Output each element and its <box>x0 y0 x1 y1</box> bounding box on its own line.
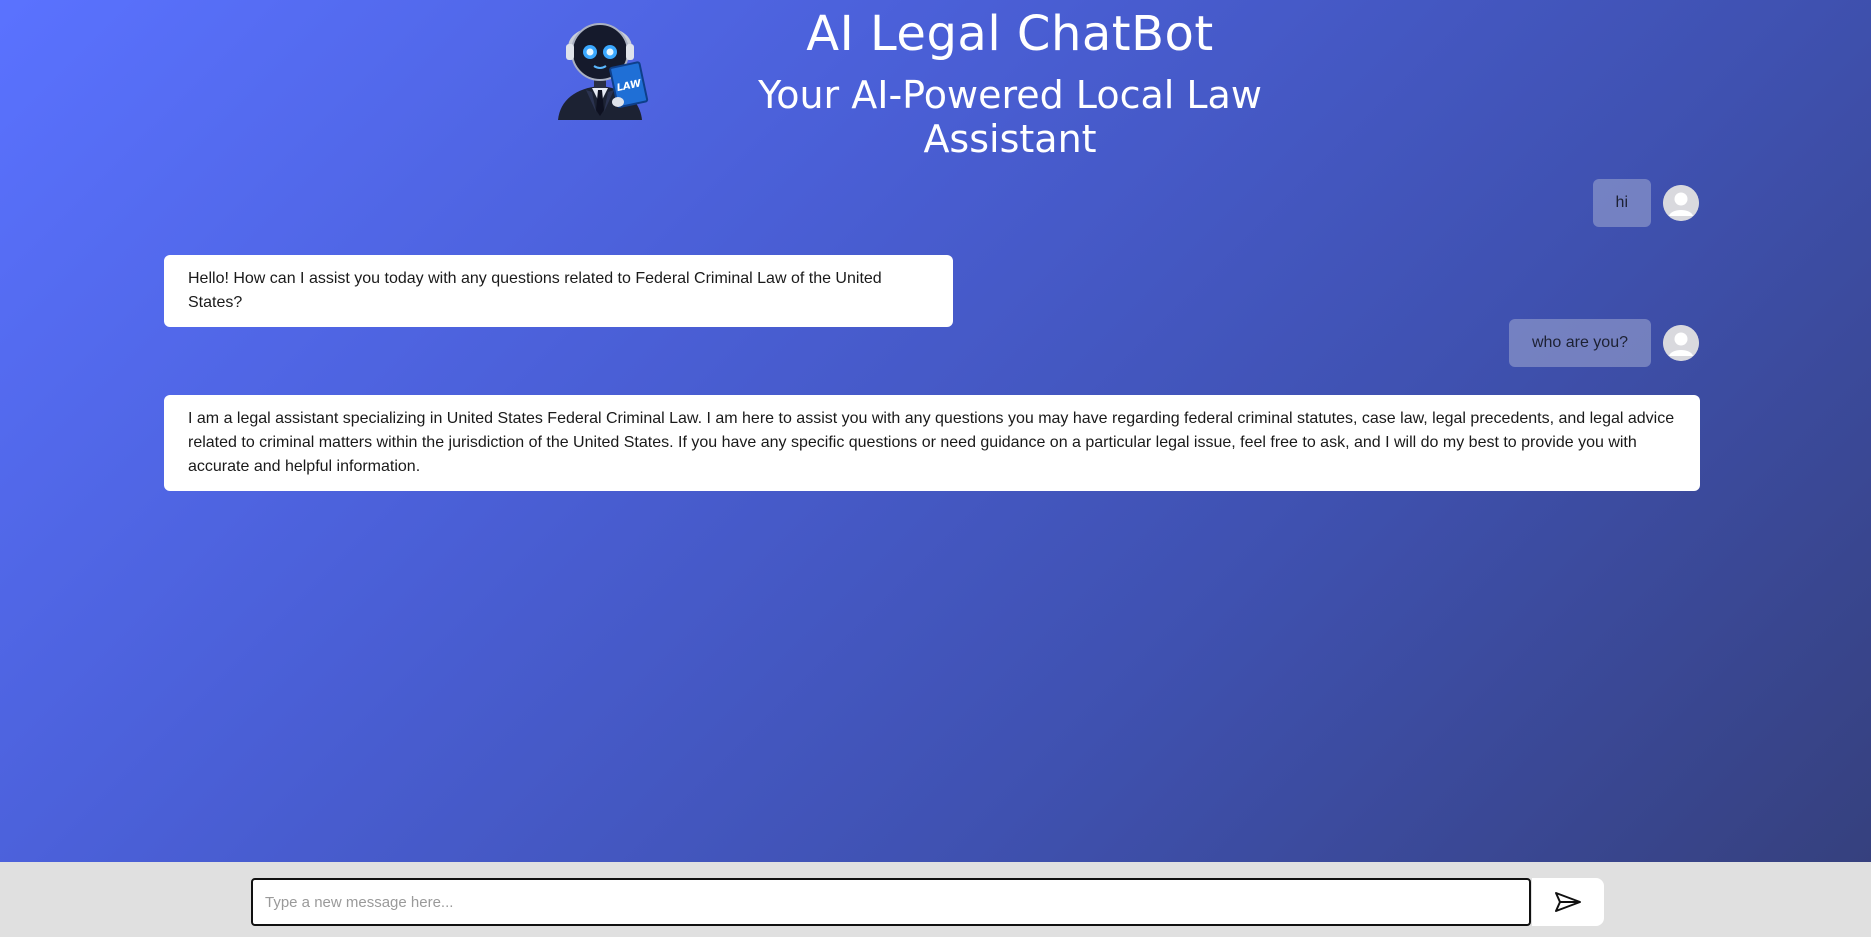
chat-area: hi Hello! How can I assist you today wit… <box>0 0 1871 862</box>
send-button[interactable] <box>1532 878 1604 926</box>
send-icon <box>1555 892 1581 912</box>
user-message-bubble: who are you? <box>1508 319 1651 367</box>
user-avatar-icon <box>1663 185 1699 221</box>
user-message-row: who are you? <box>1508 319 1699 367</box>
message-composer <box>0 862 1871 937</box>
user-avatar-icon <box>1663 325 1699 361</box>
bot-message-bubble: Hello! How can I assist you today with a… <box>164 255 953 327</box>
user-message-row: hi <box>1592 179 1699 227</box>
message-input[interactable] <box>251 878 1531 926</box>
bot-message-bubble: I am a legal assistant specializing in U… <box>164 395 1700 491</box>
user-message-bubble: hi <box>1592 179 1651 227</box>
